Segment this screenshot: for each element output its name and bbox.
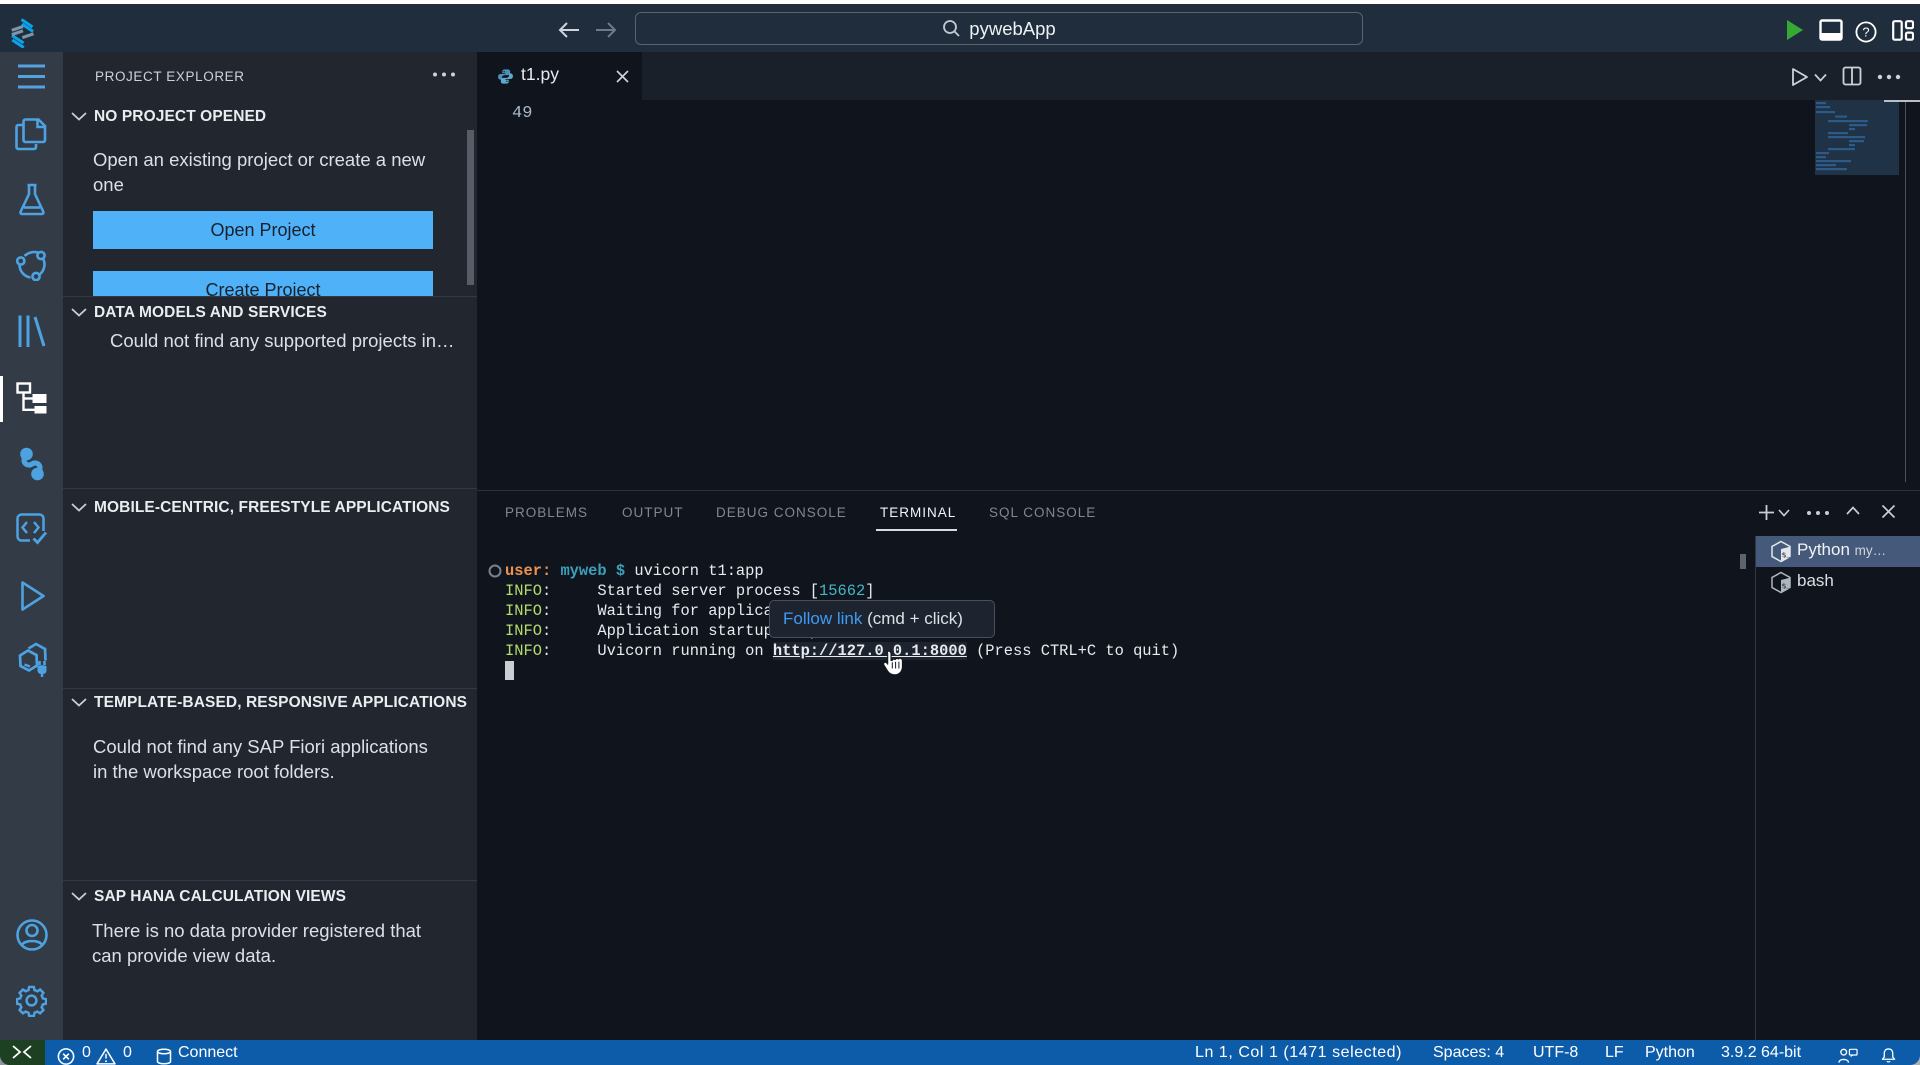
svg-text:?: ? [1862, 25, 1869, 40]
